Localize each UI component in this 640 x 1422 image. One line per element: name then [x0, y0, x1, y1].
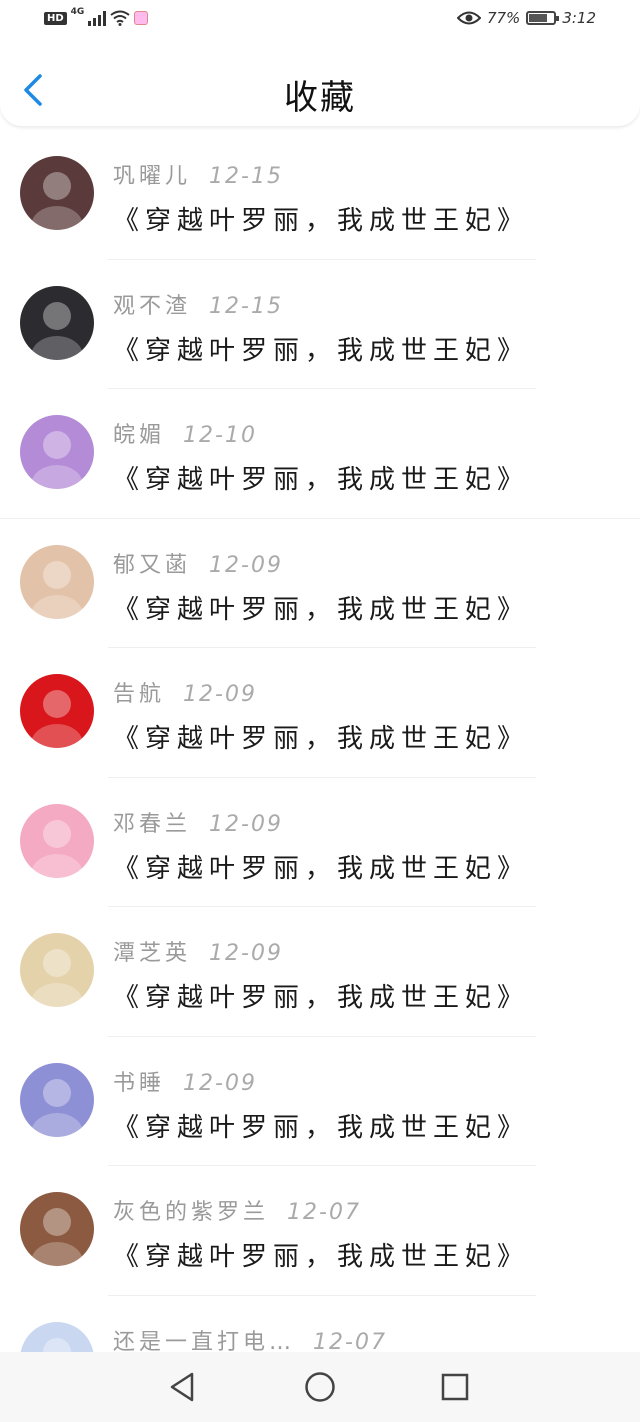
user-name: 灰色的紫罗兰 — [113, 1200, 270, 1225]
avatar[interactable] — [20, 1192, 94, 1266]
eye-icon — [456, 11, 481, 25]
user-name: 邓春兰 — [113, 811, 192, 837]
item-date: 12-09 — [209, 941, 283, 966]
favorites-list[interactable]: 巩曜儿 12-15 《穿越叶罗丽，我成世王妃》 观不渣 12-15 《穿越叶罗丽，我成世王… — [0, 130, 640, 1352]
item-meta: 还是一直打电… 12-07 — [113, 1324, 387, 1353]
item-meta: 巩曜儿 12-15 — [113, 158, 283, 190]
clock: 3:12 — [562, 9, 596, 27]
book-title[interactable]: 《穿越叶罗丽，我成世王妃》 — [113, 718, 529, 755]
item-date: 12-15 — [209, 293, 283, 319]
item-meta: 灰色的紫罗兰 12-07 — [113, 1194, 361, 1226]
book-title[interactable]: 《穿越叶罗丽，我成世王妃》 — [113, 589, 529, 626]
user-name: 潭芝英 — [113, 941, 192, 966]
avatar[interactable] — [20, 285, 94, 360]
user-name: 郁又菡 — [113, 552, 192, 578]
list-item[interactable]: 巩曜儿 12-15 《穿越叶罗丽，我成世王妃》 — [0, 130, 640, 260]
status-bar: HD 4G 77% 3:12 — [0, 0, 640, 44]
notification-icon — [134, 11, 149, 25]
item-meta: 郁又菡 12-09 — [113, 547, 283, 579]
user-name: 巩曜儿 — [113, 164, 192, 189]
list-item[interactable]: 皖媚 12-10 《穿越叶罗丽，我成世王妃》 — [0, 389, 640, 519]
status-left: HD 4G — [44, 7, 149, 26]
user-name: 告航 — [113, 682, 166, 707]
avatar[interactable] — [20, 803, 94, 878]
book-title[interactable]: 《穿越叶罗丽，我成世王妃》 — [113, 459, 529, 496]
avatar[interactable] — [20, 1321, 94, 1352]
user-name: 观不渣 — [113, 293, 192, 319]
avatar[interactable] — [20, 674, 94, 748]
list-item[interactable]: 灰色的紫罗兰 12-07 《穿越叶罗丽，我成世王妃》 — [0, 1166, 640, 1296]
hd-badge: HD — [44, 11, 67, 25]
list-item[interactable]: 邓春兰 12-09 《穿越叶罗丽，我成世王妃》 — [0, 778, 640, 907]
avatar[interactable] — [20, 544, 94, 619]
item-meta: 皖媚 12-10 — [113, 417, 257, 449]
battery-percent: 77% — [486, 9, 521, 27]
user-name: 皖媚 — [113, 423, 166, 448]
wifi-icon — [110, 10, 130, 26]
list-item[interactable]: 观不渣 12-15 《穿越叶罗丽，我成世王妃》 — [0, 260, 640, 389]
book-title[interactable]: 《穿越叶罗丽，我成世王妃》 — [113, 848, 529, 885]
list-item[interactable]: 郁又菡 12-09 《穿越叶罗丽，我成世王妃》 — [0, 519, 640, 648]
battery-fill — [529, 14, 548, 22]
status-right: 77% 3:12 — [456, 9, 596, 27]
book-title[interactable]: 《穿越叶罗丽，我成世王妃》 — [113, 330, 529, 367]
item-date: 12-09 — [209, 811, 283, 837]
item-meta: 观不渣 12-15 — [113, 288, 283, 320]
home-circle-icon[interactable] — [303, 1370, 337, 1404]
list-item[interactable]: 告航 12-09 《穿越叶罗丽，我成世王妃》 — [0, 648, 640, 778]
item-date: 12-09 — [183, 1070, 257, 1096]
item-date: 12-15 — [209, 164, 283, 189]
avatar[interactable] — [20, 415, 94, 489]
item-date: 12-07 — [313, 1329, 387, 1353]
list-item[interactable]: 潭芝英 12-09 《穿越叶罗丽，我成世王妃》 — [0, 907, 640, 1037]
item-date: 12-09 — [183, 682, 257, 707]
book-title[interactable]: 《穿越叶罗丽，我成世王妃》 — [113, 1107, 529, 1144]
app-header: 收藏 — [0, 44, 640, 126]
user-name: 还是一直打电… — [113, 1329, 296, 1353]
list-item[interactable]: 还是一直打电… 12-07 — [0, 1296, 640, 1353]
back-triangle-icon[interactable] — [166, 1370, 200, 1404]
avatar[interactable] — [20, 933, 94, 1007]
avatar[interactable] — [20, 156, 94, 230]
item-meta: 邓春兰 12-09 — [113, 806, 283, 838]
network-type: 4G — [70, 7, 85, 17]
user-name: 书睡 — [113, 1070, 166, 1096]
battery-icon — [526, 11, 560, 25]
item-meta: 潭芝英 12-09 — [113, 935, 283, 967]
page-title: 收藏 — [284, 78, 356, 118]
list-item[interactable]: 书睡 12-09 《穿越叶罗丽，我成世王妃》 — [0, 1037, 640, 1166]
item-date: 12-07 — [287, 1200, 361, 1225]
book-title[interactable]: 《穿越叶罗丽，我成世王妃》 — [113, 977, 529, 1014]
item-date: 12-10 — [183, 423, 257, 448]
item-meta: 告航 12-09 — [113, 676, 257, 708]
item-date: 12-09 — [209, 552, 283, 578]
system-nav-bar — [0, 1352, 640, 1422]
book-title[interactable]: 《穿越叶罗丽，我成世王妃》 — [113, 1236, 529, 1273]
avatar[interactable] — [20, 1062, 94, 1137]
recents-square-icon[interactable] — [438, 1370, 472, 1404]
book-title[interactable]: 《穿越叶罗丽，我成世王妃》 — [113, 200, 529, 237]
item-meta: 书睡 12-09 — [113, 1065, 257, 1097]
signal-icon — [88, 10, 107, 26]
